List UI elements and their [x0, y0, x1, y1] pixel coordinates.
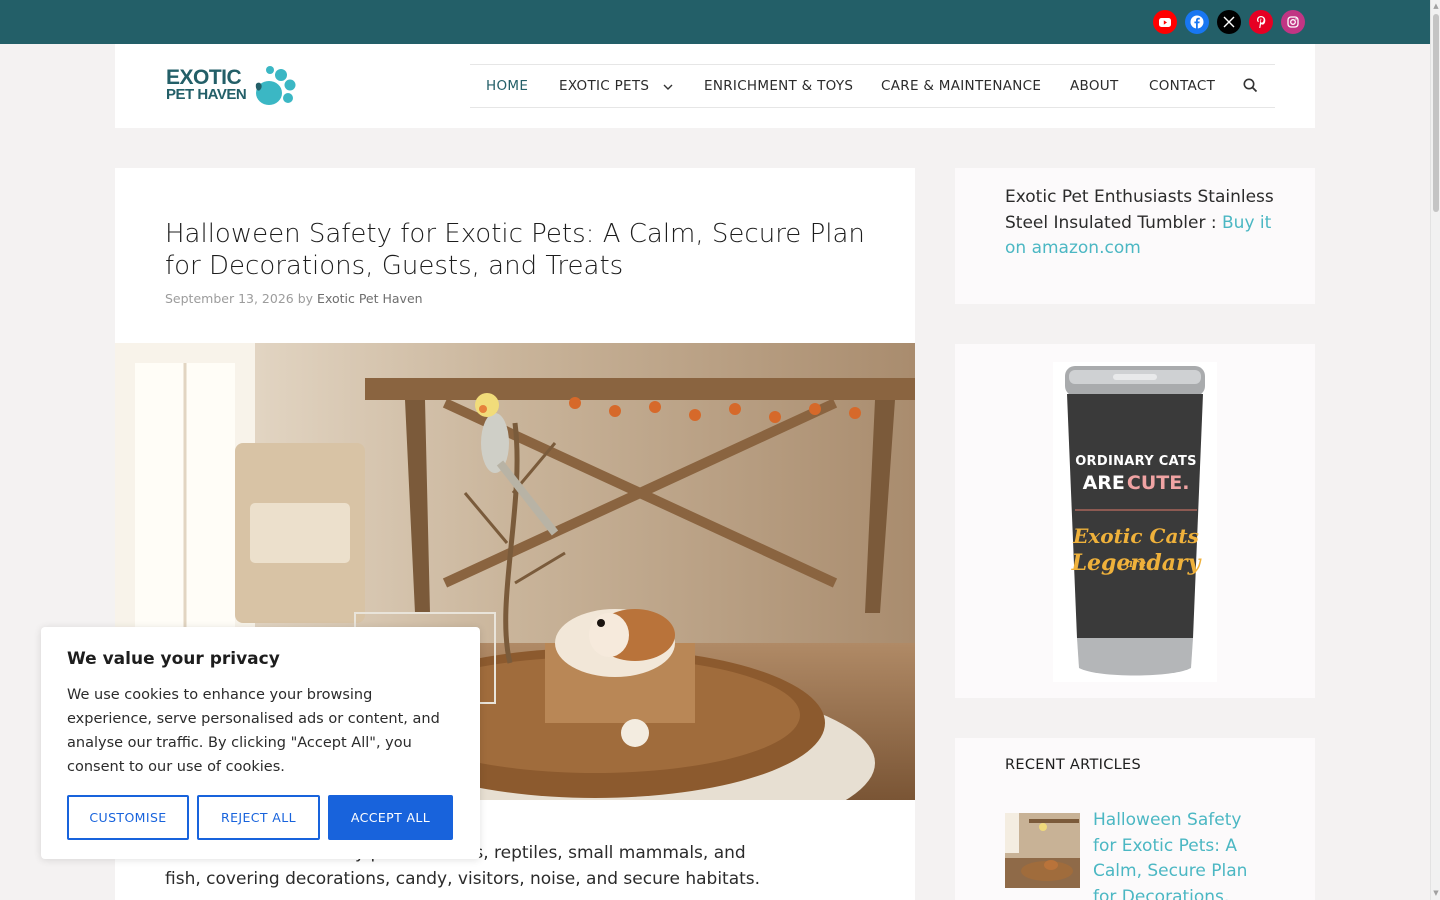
accept-all-button[interactable]: ACCEPT ALL: [328, 795, 453, 840]
article-title: Halloween Safety for Exotic Pets: A Calm…: [165, 219, 865, 281]
logo-line-1: EXOTIC: [166, 66, 242, 89]
nav-exotic-pets[interactable]: EXOTIC PETS: [559, 65, 673, 107]
cookie-consent-banner: We value your privacy We use cookies to …: [41, 627, 480, 859]
pinterest-icon[interactable]: [1249, 10, 1273, 34]
tumbler-product-image[interactable]: ORDINARY CATS ARE CUTE. Exotic Cats are L…: [1053, 362, 1217, 682]
nav-care-maintenance[interactable]: CARE & MAINTENANCE: [881, 65, 1041, 107]
main-nav: HOME EXOTIC PETS ENRICHMENT & TOYS CARE …: [470, 64, 1275, 108]
tumbler-text-line-2: ARE CUTE.: [1073, 472, 1199, 494]
tumbler-text-line-1: ORDINARY CATS: [1075, 454, 1197, 469]
tumbler-widget: ORDINARY CATS ARE CUTE. Exotic Cats are L…: [955, 344, 1315, 698]
tumbler-are: ARE: [1082, 472, 1125, 494]
scroll-up-icon[interactable]: ▲: [1432, 2, 1440, 10]
cookie-heading: We value your privacy: [67, 649, 280, 669]
recent-article-thumbnail[interactable]: [1005, 813, 1080, 888]
top-bar: [0, 0, 1430, 44]
tumbler-cute: CUTE.: [1126, 472, 1190, 494]
tumbler-exotic-cats: Exotic Cats: [1073, 524, 1199, 548]
site-logo[interactable]: EXOTIC PET HAVEN: [166, 66, 296, 108]
facebook-icon[interactable]: [1185, 10, 1209, 34]
cookie-body: We use cookies to enhance your browsing …: [67, 687, 440, 775]
chevron-down-icon: [663, 67, 673, 109]
article-author[interactable]: Exotic Pet Haven: [317, 291, 423, 306]
recent-articles-widget: RECENT ARTICLES Halloween Safety for Exo…: [955, 738, 1315, 900]
nav-contact[interactable]: CONTACT: [1149, 65, 1215, 107]
article-date: September 13, 2026: [165, 291, 294, 306]
byline-prefix: by: [297, 291, 314, 306]
x-icon[interactable]: [1217, 10, 1241, 34]
reject-all-button[interactable]: REJECT ALL: [197, 795, 320, 840]
recent-article-link[interactable]: Halloween Safety for Exotic Pets: A Calm…: [1093, 808, 1263, 900]
scrollbar-thumb[interactable]: [1433, 14, 1439, 212]
tumbler-text-line-4: Legendary: [1071, 550, 1201, 576]
recent-articles-heading: RECENT ARTICLES: [1005, 757, 1141, 773]
promo-widget: Exotic Pet Enthusiasts Stainless Steel I…: [955, 168, 1315, 304]
youtube-icon[interactable]: [1153, 10, 1177, 34]
customise-button[interactable]: CUSTOMISE: [67, 795, 189, 840]
nav-exotic-pets-label: EXOTIC PETS: [559, 78, 650, 94]
page-scrollbar[interactable]: ▲ ▼: [1430, 0, 1440, 900]
intro-line-2: fish, covering decorations, candy, visit…: [165, 869, 761, 889]
promo-text-block: Exotic Pet Enthusiasts Stainless Steel I…: [1005, 185, 1275, 262]
paw-icon: [255, 66, 296, 105]
nav-enrichment-toys[interactable]: ENRICHMENT & TOYS: [704, 65, 853, 107]
search-icon[interactable]: [1243, 78, 1258, 94]
logo-line-2: PET HAVEN: [166, 86, 247, 103]
site-header: EXOTIC PET HAVEN HOME EXOTIC PETS ENRICH…: [115, 44, 1315, 128]
scroll-down-icon[interactable]: ▼: [1432, 889, 1440, 897]
nav-about[interactable]: ABOUT: [1070, 65, 1119, 107]
instagram-icon[interactable]: [1281, 10, 1305, 34]
nav-home[interactable]: HOME: [486, 65, 528, 107]
article-meta: September 13, 2026 by Exotic Pet Haven: [165, 291, 423, 306]
